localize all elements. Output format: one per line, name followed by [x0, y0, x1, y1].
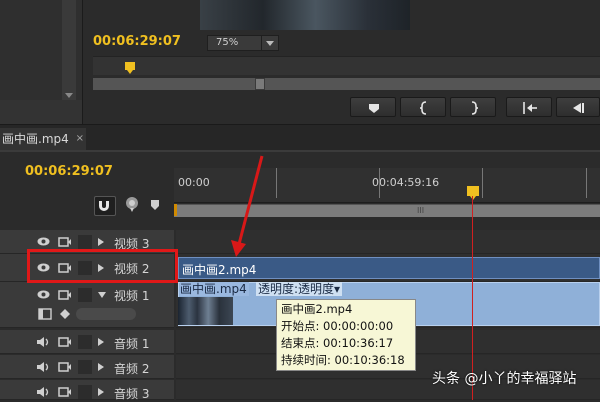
close-icon[interactable]: ×: [76, 128, 84, 150]
annotation-arrow-icon: [231, 155, 264, 257]
monitor-playhead-icon[interactable]: [125, 62, 135, 74]
keyframe-navigator[interactable]: [76, 308, 136, 320]
zoom-value: 75%: [216, 37, 239, 48]
tooltip-end: 结束点: 00:10:36:17: [281, 336, 394, 350]
tab-sequence-label: 画中画.mp4: [2, 132, 69, 146]
step-back-button[interactable]: [556, 97, 600, 117]
work-area-grip[interactable]: III: [417, 206, 424, 215]
scroll-down-arrow-icon[interactable]: [65, 93, 73, 98]
timeline-playhead-icon[interactable]: [467, 186, 479, 200]
ruler-major-tick: [276, 168, 277, 198]
go-to-in-icon: [523, 102, 537, 114]
monitor-zoom-scrollbar[interactable]: [93, 78, 600, 90]
tooltip-start: 开始点: 00:00:00:00: [281, 319, 394, 333]
opacity-effect-dropdown[interactable]: 透明度:透明度▾: [256, 282, 343, 296]
speaker-icon[interactable]: [36, 336, 52, 348]
annotation-highlight-box: [27, 249, 178, 283]
snap-icon[interactable]: [94, 196, 116, 216]
track-name-video1: 视频 1: [114, 289, 150, 303]
chevron-right-icon[interactable]: [98, 363, 104, 371]
track-header-audio3[interactable]: 音频 3: [0, 380, 174, 401]
mark-in-button[interactable]: [400, 97, 446, 117]
monitor-timecode[interactable]: 00:06:29:07: [93, 34, 181, 49]
speaker-icon[interactable]: [36, 386, 52, 398]
globe-marker-icon: [126, 197, 138, 212]
marker-icon: [369, 104, 379, 113]
chevron-right-icon[interactable]: [98, 238, 104, 246]
set-marker-icon[interactable]: [124, 196, 140, 212]
chevron-down-icon[interactable]: [98, 292, 106, 298]
track-header-video1[interactable]: 视频 1: [0, 282, 174, 328]
eye-icon[interactable]: [37, 290, 50, 299]
chevron-right-icon[interactable]: [98, 388, 104, 396]
mark-out-icon: [471, 101, 479, 115]
track-name-audio2: 音频 2: [114, 362, 150, 376]
clip-video2-label: 画中画2.mp4: [182, 263, 257, 277]
monitor-video-frame: [200, 0, 410, 30]
add-marker-button[interactable]: [350, 97, 396, 117]
sequence-timecode[interactable]: 00:06:29:07: [25, 164, 113, 179]
tooltip-title: 画中画2.mp4: [281, 302, 353, 316]
mark-out-button[interactable]: [450, 97, 496, 117]
film-icon[interactable]: [58, 387, 72, 397]
project-panel-footer: [0, 100, 82, 124]
eye-icon[interactable]: [37, 237, 50, 246]
ruler-major-tick: [586, 168, 587, 198]
lock-toggle[interactable]: [78, 235, 92, 249]
work-area-start-handle[interactable]: [174, 204, 177, 216]
go-to-in-button[interactable]: [506, 97, 552, 117]
film-icon[interactable]: [58, 362, 72, 372]
chevron-down-icon[interactable]: [261, 36, 278, 50]
tooltip-duration: 持续时间: 00:10:36:18: [281, 353, 405, 367]
magnet-icon: [99, 201, 109, 211]
clip-thumbnail: [178, 297, 233, 325]
ruler-label-mid: 00:04:59:16: [372, 176, 440, 189]
keyframe-icon[interactable]: [60, 309, 70, 319]
monitor-scroll-thumb[interactable]: [255, 78, 265, 90]
marker-icon: [151, 200, 159, 210]
mark-in-icon: [419, 101, 427, 115]
ruler-major-tick: [482, 168, 483, 198]
tab-sequence[interactable]: 画中画.mp4 ×: [0, 128, 86, 150]
film-icon[interactable]: [58, 290, 72, 300]
ruler-label-start: 00:00: [178, 176, 210, 189]
monitor-time-ruler[interactable]: [93, 56, 600, 75]
zoom-dropdown[interactable]: 75%: [207, 35, 279, 51]
project-scrollbar[interactable]: [62, 0, 76, 100]
track-header-audio2[interactable]: 音频 2: [0, 355, 174, 379]
lock-toggle[interactable]: [78, 360, 92, 374]
speaker-icon[interactable]: [36, 361, 52, 373]
film-icon[interactable]: [58, 237, 72, 247]
add-marker-icon[interactable]: [150, 199, 160, 211]
lock-toggle[interactable]: [78, 335, 92, 349]
track-name-audio3: 音频 3: [114, 387, 150, 401]
step-back-icon: [573, 103, 584, 113]
timeline-tab-bar: [0, 124, 600, 153]
track-name-audio1: 音频 1: [114, 337, 150, 351]
display-style-icon[interactable]: [38, 308, 52, 320]
clip-video1-label: 画中画.mp4: [180, 282, 249, 296]
watermark: 头条 @小丫的幸福驿站: [432, 371, 577, 387]
film-icon[interactable]: [58, 337, 72, 347]
lock-toggle[interactable]: [78, 385, 92, 399]
track-header-audio1[interactable]: 音频 1: [0, 330, 174, 354]
clip-info-tooltip: 画中画2.mp4 开始点: 00:00:00:00 结束点: 00:10:36:…: [276, 299, 416, 371]
ruler-major-tick: [379, 168, 380, 198]
lock-toggle[interactable]: [78, 288, 92, 302]
chevron-right-icon[interactable]: [98, 338, 104, 346]
